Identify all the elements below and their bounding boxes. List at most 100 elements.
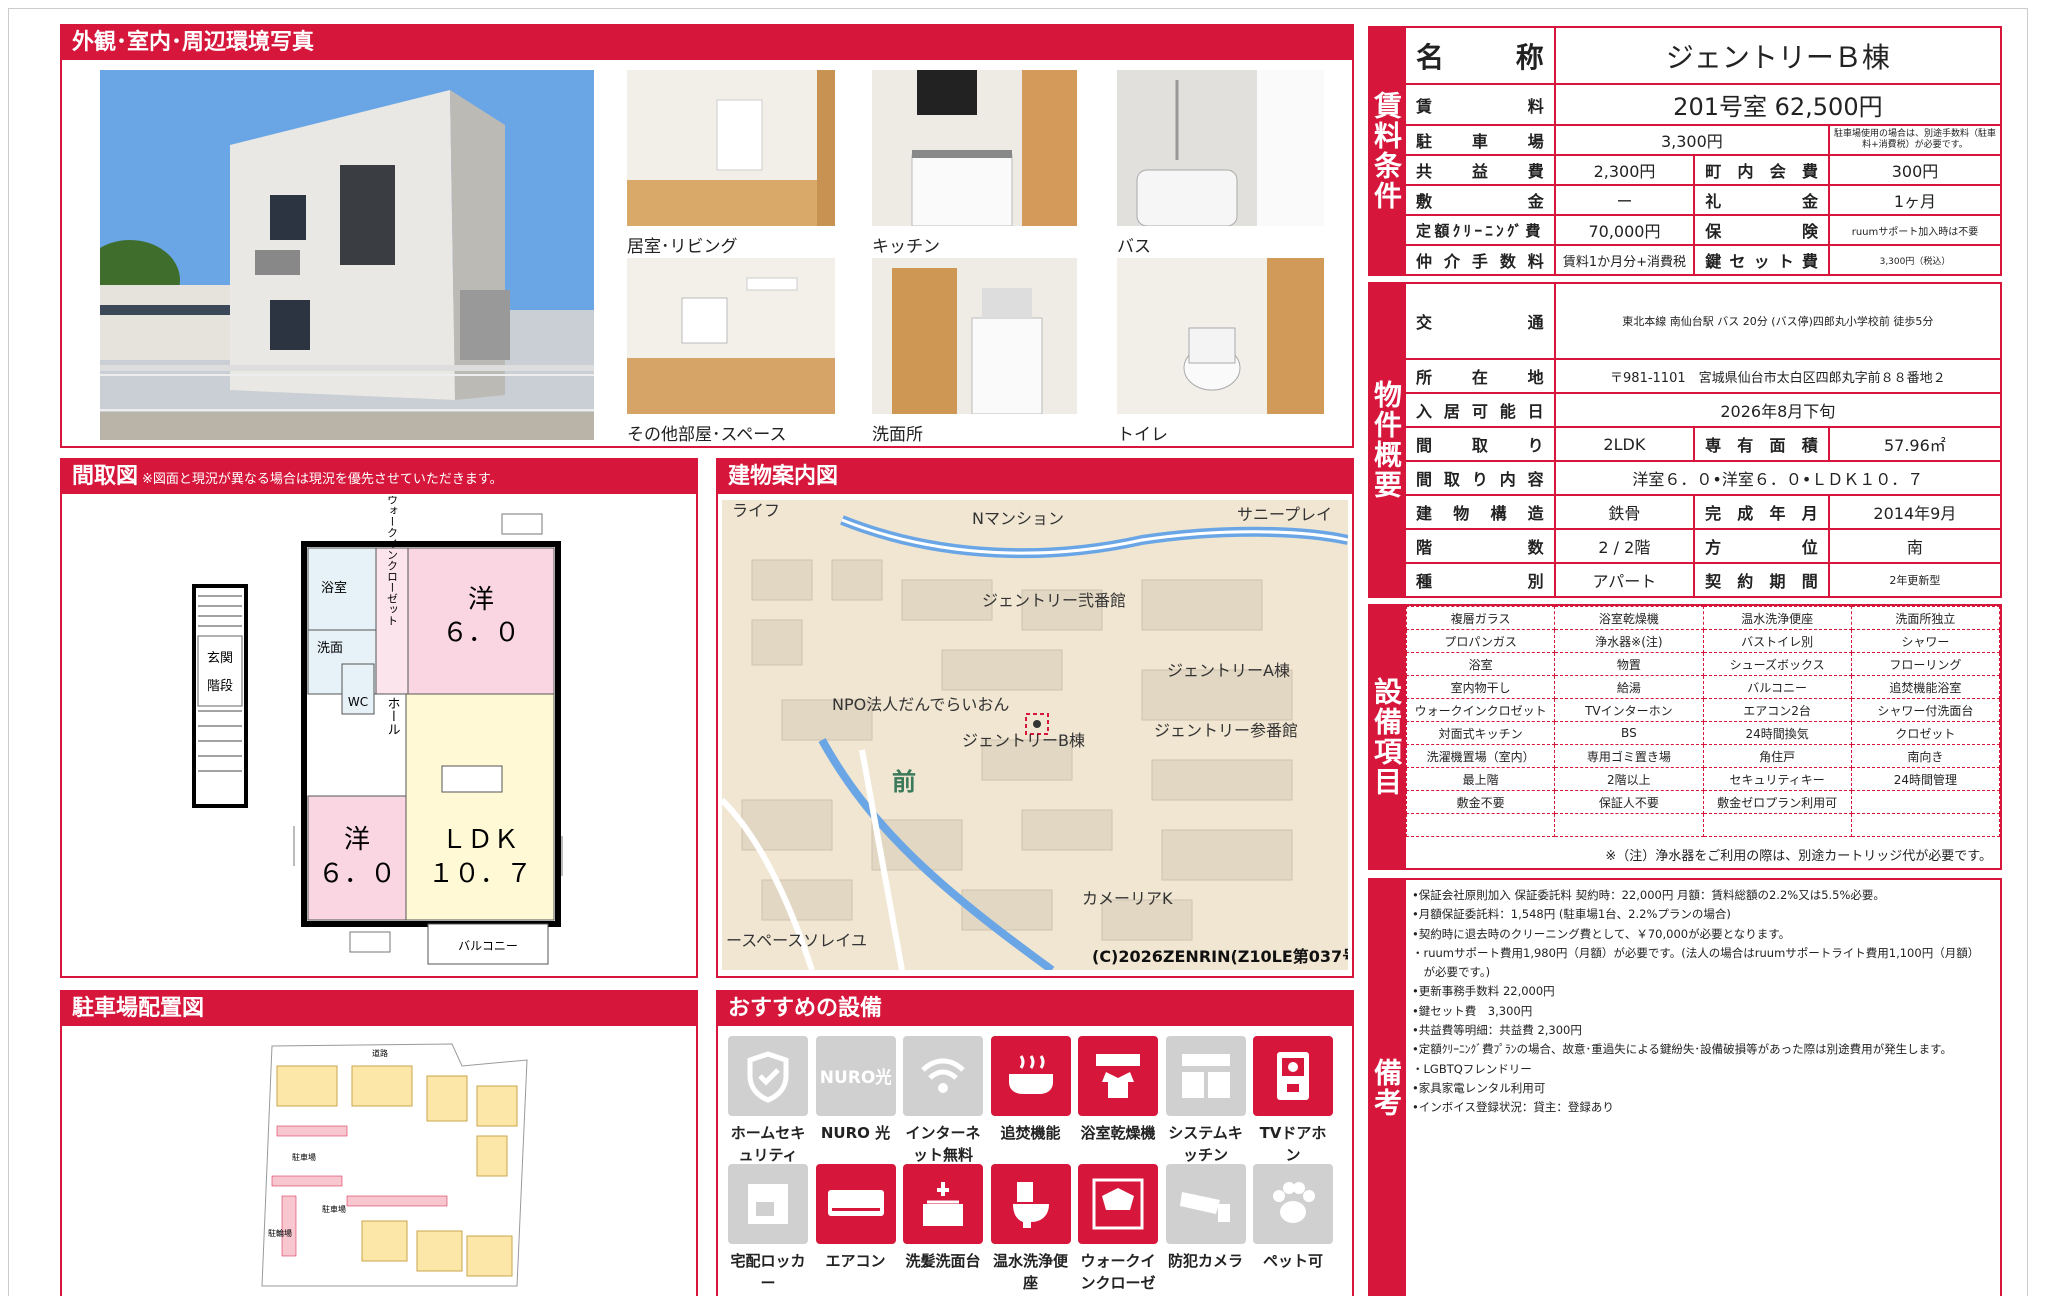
equip-item: 保証人不要 [1554,790,1704,814]
parking-section: 駐車場配置図 道路 駐車場 駐車場 駐輪場 [60,990,698,1296]
remark-line: •鍵セット費 3,300円 [1412,1003,1533,1018]
equip-item: 対面式キッチン [1405,721,1556,745]
equip-item: 敷金ゼロプラン利用可 [1702,790,1852,814]
nuro-text: NURO光 [821,1067,891,1088]
remarks-list: •保証会社原則加入 保証委託料 契約時：22,000円 月額：賃料総額の2.2%… [1412,886,1998,1118]
equip-item: バストイレ別 [1702,629,1852,653]
equip-item: 室内物干し [1405,675,1556,699]
park-note: 駐車場使用の場合は、別途手数料（駐車料+消費税）が必要です。 [1827,124,2003,156]
parking-label: 駐車場 [292,1152,316,1162]
photo-caption: その他部屋･スペース [627,425,787,445]
parking-diagram: 道路 駐車場 駐車場 駐輪場 [261,1043,528,1287]
equip-item: 浄水器※(注) [1554,629,1704,653]
feature-label: システムキッチン [1168,1124,1243,1164]
movein-value: 2026年8月下旬 [1553,392,2003,428]
feature-label: ペット可 [1262,1252,1323,1270]
paw-icon [1253,1164,1333,1244]
living-photo [627,70,835,226]
washroom-photo [872,258,1077,414]
equip-label: 設備項目 [1368,604,1404,870]
detail-key: 間取り内容 [1404,460,1556,496]
feature-label: 温水洗浄便座 [992,1252,1068,1292]
remark-line: •家具家電レンタル利用可 [1412,1080,1546,1095]
parking-heading: 駐車場配置図 [62,992,696,1026]
equip-item: 2階以上 [1554,767,1704,791]
photo-caption: キッチン [872,237,940,257]
dir-key: 方位 [1693,528,1830,564]
feature-label: 浴室乾燥機 [1080,1124,1156,1142]
clean-key: 定額ｸﾘｰﾆﾝｸﾞ費 [1404,214,1556,246]
map-drawing: ライフ Nマンション サニープレイ ジェントリー弐番館 ジェントリーA棟 NPO… [722,500,1348,970]
remark-line: •共益費等明細：共益費 2,300円 [1412,1023,1582,1038]
fee-key: 仲介手数料 [1404,244,1556,276]
equip-item: エアコン2台 [1702,698,1852,722]
floorplan-drawing: 玄関 階段 浴室 ウォークインクローゼット 洋 ６．０ 洗面 WC ホール 収納… [192,496,563,965]
name-key: 名称 [1404,26,1556,85]
floor-value: 2 / 2階 [1553,528,1696,564]
equip-box: 複層ガラス 浴室乾燥機 温水洗浄便座 洗面所独立 プロパンガス 浄水器※(注) バストイレ別… [1404,604,2002,870]
feature-label: NURO 光 [820,1124,891,1142]
common-key: 共益費 [1404,154,1556,186]
stairs-label: 階段 [207,679,233,694]
equip-item: 洗濯機置場（室内） [1405,744,1556,768]
bathtub-icon [990,1036,1071,1116]
area-key: 専有面積 [1693,426,1830,462]
remark-line: •契約時に退去時のクリーニング費として、￥70,000が必要となります。 [1412,926,1791,941]
fee-value: 賃料1か月分+消費税 [1553,244,1696,276]
town-key: 町内会費 [1693,154,1830,186]
map-label: 前 [892,768,916,796]
equip-item: 給湯 [1554,675,1704,699]
map-label: Nマンション [972,509,1064,528]
period-key: 契約期間 [1693,562,1830,598]
equip-table: 複層ガラス 浴室乾燥機 温水洗浄便座 洗面所独立 プロパンガス 浄水器※(注) バストイレ別… [1405,606,2001,837]
closet-label: ウォークインクローゼット [386,496,399,626]
struct-value: 鉄骨 [1553,494,1696,530]
deposit-value: ー [1553,184,1696,216]
room2-size: ６．０ [318,859,396,889]
feature-tile: 洗髪洗面台 [903,1164,983,1272]
hall-label: ホール [385,697,400,736]
equip-item: シャワー [1850,629,2001,653]
toilet-photo [1117,258,1324,414]
feature-label: 防犯カメラ [1167,1252,1243,1270]
map-label: NPO法人だんでらいおん [832,695,1009,714]
feature-tile: 浴室乾燥機 [1078,1036,1158,1144]
remark-line: •月額保証委託料：1,548円 (駐車場1台、2.2%プランの場合) [1412,907,1731,922]
equip-item: 物置 [1554,652,1704,676]
exterior-photo [100,70,594,440]
map-label: ジェントリーA棟 [1167,661,1290,680]
photo-caption: 洗面所 [872,425,923,445]
washbasin-icon [903,1164,983,1244]
photo-caption: 居室･リビング [627,237,738,257]
map-label: サニープレイ [1237,505,1332,524]
equip-item [1554,813,1704,837]
equip-item: BS [1554,721,1704,745]
toilet-icon [990,1164,1071,1244]
feature-tile: ペット可 [1253,1164,1333,1272]
parking-label: 駐輪場 [268,1228,292,1238]
photo-caption: バス [1117,237,1151,257]
detail-value: 洋室６．０•洋室６．０•ＬＤＫ１０．７ [1553,460,2003,496]
floorplan-section: 間取図 ※図面と現況が異なる場合は現況を優先させていただきます。 玄関 階段 浴室… [60,458,698,978]
feature-tile: NURO光 NURO 光 [815,1036,896,1144]
remark-line: ・ruumサポート費用1,980円（月額）が必要です。(法人の場合はruumサポ… [1412,945,1980,960]
struct-key: 建物構造 [1404,494,1556,530]
keyset-value: 3,300円（税込） [1827,244,2003,276]
equip-item: ウォークインクロゼット [1405,698,1556,722]
overview-table: 交通 東北本線 南仙台駅 バス 20分 (バス停)四郎丸小学校前 徒歩5分 所在地… [1404,282,2003,598]
map-section: 建物案内図 ライフ Nマンション サニープレイ ジェントリー弐番館 ジェントリー… [716,458,1354,978]
rent-value: 201号室 62,500円 [1553,83,2003,126]
equip-item: 南向き [1850,744,2001,768]
equip-note: ※（注）浄水器をご利用の際は、別途カートリッジ代が必要です。 [1605,849,1992,864]
ins-value: ruumサポート加入時は不要 [1827,214,2003,246]
equip-item: クロゼット [1850,721,2001,745]
feature-tile: 温水洗浄便座 [990,1164,1071,1294]
equip-item: 温水洗浄便座 [1702,606,1852,630]
entrance-label: 玄関 [207,651,233,666]
equip-item [1405,813,1556,837]
equip-item: バルコニー [1702,675,1852,699]
feature-label: ウォークインクローゼット [1080,1252,1156,1292]
equip-item: 複層ガラス [1405,606,1556,630]
wc-label: WC [348,695,368,709]
feature-tile: エアコン [815,1164,896,1272]
